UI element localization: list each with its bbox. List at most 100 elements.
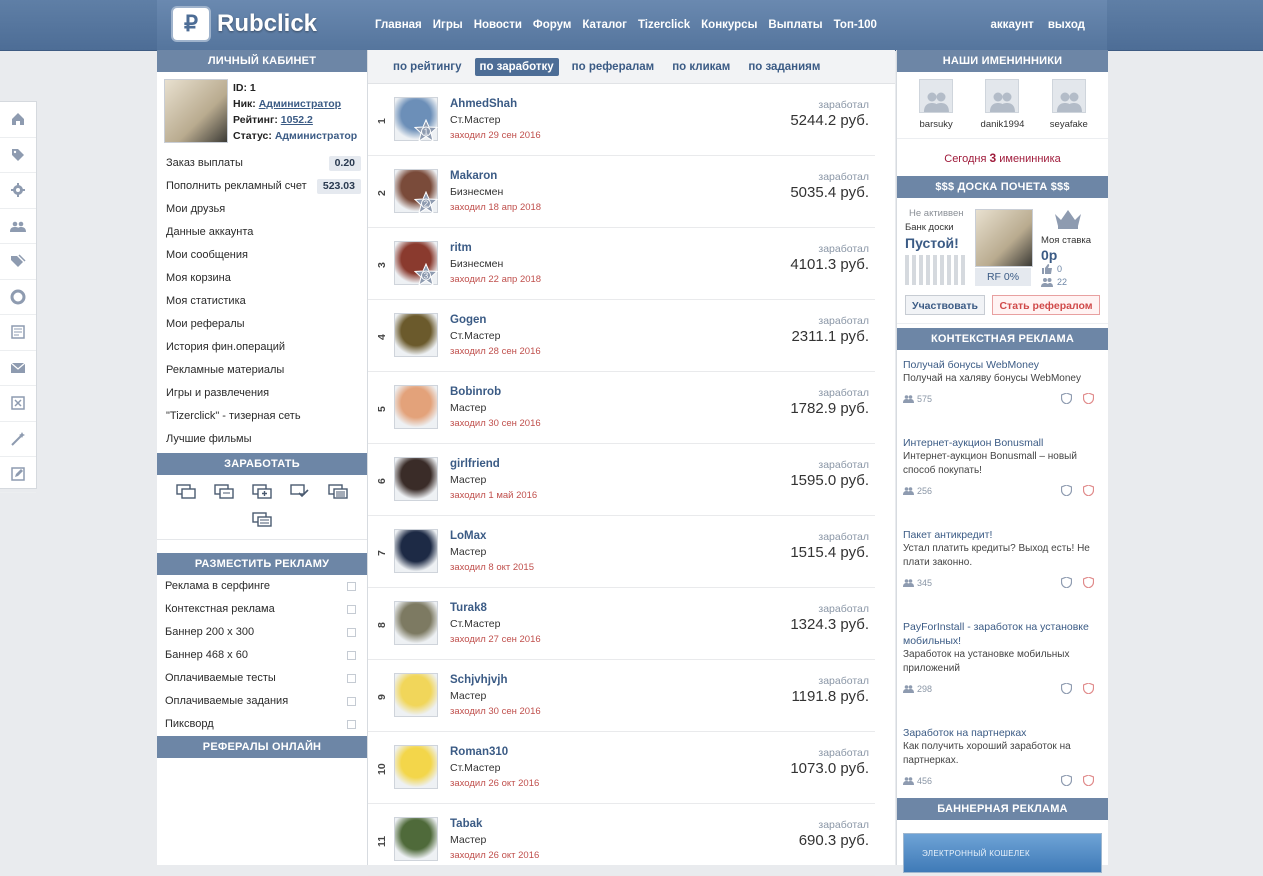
user-avatar[interactable] <box>394 457 438 501</box>
account-link[interactable]: аккаунт <box>991 19 1034 31</box>
logout-link[interactable]: выход <box>1048 19 1085 31</box>
shield-icon[interactable] <box>1061 393 1072 404</box>
context-ad-title[interactable]: Пакет антикредит! <box>903 528 1102 542</box>
rail-item[interactable] <box>0 386 36 422</box>
cabinet-menu-item[interactable]: Лучшие фильмы <box>157 428 367 451</box>
shield-icon[interactable] <box>1061 683 1072 694</box>
cabinet-menu-item[interactable]: Моя корзина <box>157 267 367 290</box>
user-name-link[interactable]: AhmedShah <box>450 98 517 110</box>
report-shield-icon[interactable] <box>1083 683 1094 694</box>
shield-icon[interactable] <box>1061 577 1072 588</box>
user-name-link[interactable]: Makaron <box>450 170 497 182</box>
user-name-link[interactable]: Gogen <box>450 314 486 326</box>
report-shield-icon[interactable] <box>1083 393 1094 404</box>
rail-item[interactable] <box>0 102 36 138</box>
rail-item[interactable] <box>0 280 36 315</box>
cabinet-menu-item[interactable]: Мои друзья <box>157 198 367 221</box>
tab-4[interactable]: по заданиям <box>743 58 825 76</box>
context-ad-title[interactable]: Заработок на партнерках <box>903 726 1102 740</box>
user-name-link[interactable]: Schjvhjvjh <box>450 674 508 686</box>
letters-icon[interactable] <box>213 483 235 503</box>
nav-item-6[interactable]: Конкурсы <box>701 19 757 31</box>
ads-menu-item[interactable]: Пиксворд <box>157 713 367 736</box>
tab-2[interactable]: по рефералам <box>567 58 660 76</box>
context-ad[interactable]: Пакет антикредит! Устал платить кредиты? … <box>903 520 1102 612</box>
cabinet-menu-item[interactable]: Мои сообщения <box>157 244 367 267</box>
cabinet-menu-item[interactable]: "Tizerclick" - тизерная сеть <box>157 405 367 428</box>
rating-link[interactable]: 1052.2 <box>281 114 313 126</box>
nav-item-2[interactable]: Новости <box>474 19 522 31</box>
user-avatar[interactable] <box>394 601 438 645</box>
user-name-link[interactable]: Bobinrob <box>450 386 501 398</box>
tab-1[interactable]: по заработку <box>474 57 559 76</box>
user-avatar[interactable] <box>394 529 438 573</box>
report-shield-icon[interactable] <box>1083 775 1094 786</box>
rail-item[interactable] <box>0 422 36 457</box>
cabinet-menu-item[interactable]: Данные аккаунта <box>157 221 367 244</box>
ads-menu-item[interactable]: Реклама в серфинге <box>157 575 367 598</box>
cabinet-menu-item[interactable]: Пополнить рекламный счет 523.03 <box>157 175 367 198</box>
user-avatar[interactable] <box>394 673 438 717</box>
nav-item-1[interactable]: Игры <box>433 19 463 31</box>
pixword-icon[interactable] <box>251 511 273 531</box>
nick-link[interactable]: Администратор <box>259 98 341 110</box>
nav-item-4[interactable]: Каталог <box>582 19 627 31</box>
user-name-link[interactable]: girlfriend <box>450 458 500 470</box>
participate-button[interactable]: Участвовать <box>905 295 985 315</box>
nav-item-3[interactable]: Форум <box>533 19 571 31</box>
cabinet-menu-item[interactable]: История фин.операций <box>157 336 367 359</box>
rail-item[interactable] <box>0 457 36 493</box>
cabinet-menu-item[interactable]: Игры и развлечения <box>157 382 367 405</box>
rail-item[interactable] <box>0 351 36 386</box>
rail-item[interactable] <box>0 315 36 351</box>
birthday-user[interactable]: seyafake <box>1039 79 1099 138</box>
cabinet-menu-item[interactable]: Мои рефералы <box>157 313 367 336</box>
become-referral-button[interactable]: Стать рефералом <box>992 295 1100 315</box>
rail-item[interactable] <box>0 209 36 244</box>
shield-icon[interactable] <box>1061 775 1072 786</box>
ads-menu-item[interactable]: Контекстная реклама <box>157 598 367 621</box>
add-window-icon[interactable] <box>251 483 273 503</box>
context-ad[interactable]: Интернет-аукцион Bonusmall Интернет-аукци… <box>903 428 1102 520</box>
context-ad-title[interactable]: PayForInstall - заработок на установке м… <box>903 620 1102 648</box>
leader-avatar[interactable] <box>975 209 1033 267</box>
user-name-link[interactable]: Tabak <box>450 818 482 830</box>
context-ad[interactable]: PayForInstall - заработок на установке м… <box>903 612 1102 718</box>
user-avatar[interactable] <box>394 745 438 789</box>
tab-3[interactable]: по кликам <box>667 58 735 76</box>
cabinet-menu-item[interactable]: Заказ выплаты 0.20 <box>157 152 367 175</box>
surf-icon[interactable] <box>175 483 197 503</box>
ads-menu-item[interactable]: Оплачиваемые задания <box>157 690 367 713</box>
ads-menu-item[interactable]: Баннер 468 х 60 <box>157 644 367 667</box>
user-name-link[interactable]: LoMax <box>450 530 486 542</box>
nav-item-8[interactable]: Топ-100 <box>834 19 877 31</box>
nav-item-7[interactable]: Выплаты <box>768 19 822 31</box>
user-name-link[interactable]: Roman310 <box>450 746 508 758</box>
user-avatar[interactable] <box>394 385 438 429</box>
birthday-user[interactable]: barsuky <box>906 79 966 138</box>
user-name-link[interactable]: ritm <box>450 242 472 254</box>
nav-item-0[interactable]: Главная <box>375 19 422 31</box>
context-ad[interactable]: Заработок на партнерках Как получить хоро… <box>903 718 1102 788</box>
ads-menu-item[interactable]: Баннер 200 х 300 <box>157 621 367 644</box>
rail-item[interactable] <box>0 138 36 173</box>
logo[interactable]: ₽ Rubclick <box>171 6 317 42</box>
tests-icon[interactable] <box>327 483 349 503</box>
tasks-icon[interactable] <box>289 483 311 503</box>
cabinet-menu-item[interactable]: Моя статистика <box>157 290 367 313</box>
user-avatar[interactable] <box>394 817 438 861</box>
context-ad[interactable]: Получай бонусы WebMoney Получай на халяву… <box>903 350 1102 428</box>
context-ad-title[interactable]: Получай бонусы WebMoney <box>903 358 1102 372</box>
banner-ad[interactable]: ЭЛЕКТРОННЫЙ КОШЕЛЕК <box>903 833 1102 873</box>
rail-item[interactable] <box>0 244 36 280</box>
context-ad-title[interactable]: Интернет-аукцион Bonusmall <box>903 436 1102 450</box>
rail-item[interactable] <box>0 173 36 209</box>
birthday-user[interactable]: danik1994 <box>972 79 1032 138</box>
ads-menu-item[interactable]: Оплачиваемые тесты <box>157 667 367 690</box>
cabinet-menu-item[interactable]: Рекламные материалы <box>157 359 367 382</box>
user-avatar[interactable] <box>394 313 438 357</box>
report-shield-icon[interactable] <box>1083 485 1094 496</box>
tab-0[interactable]: по рейтингу <box>388 58 467 76</box>
shield-icon[interactable] <box>1061 485 1072 496</box>
avatar[interactable] <box>164 79 228 143</box>
